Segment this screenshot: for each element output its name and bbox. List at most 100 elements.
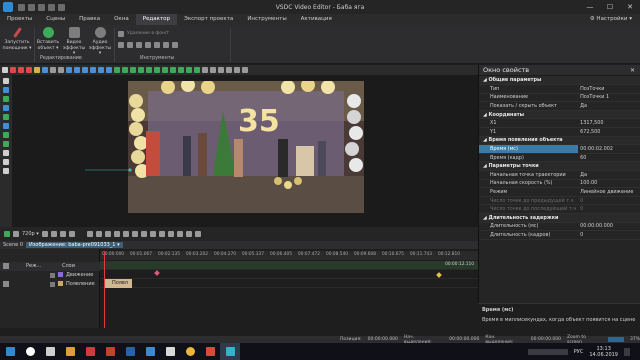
resolution-select[interactable]: 720p ▾ (22, 231, 39, 237)
taskbar-app[interactable] (200, 343, 220, 360)
property-row[interactable]: Время (кадр) 60 (479, 153, 640, 163)
video-tool-icon[interactable] (3, 87, 9, 93)
menu-scenes[interactable]: Сцены (39, 14, 72, 25)
zoom-out-icon[interactable] (185, 231, 192, 237)
snapshot-icon[interactable] (41, 231, 48, 237)
zoom-icon[interactable] (210, 67, 216, 73)
same-size-icon[interactable] (194, 67, 200, 73)
property-value[interactable]: 1317,500 (578, 118, 640, 129)
settings-menu[interactable]: ⚙ Настройки ▾ (590, 14, 640, 25)
property-value[interactable]: ПозТочки (578, 84, 640, 94)
audio-tool-icon[interactable] (3, 105, 9, 111)
marker-icon[interactable] (158, 231, 165, 237)
menu-export[interactable]: Экспорт проекта (177, 14, 240, 25)
eye-icon[interactable] (3, 281, 9, 287)
loop-icon[interactable] (59, 231, 66, 237)
insert-object-button[interactable]: Вставить объект ▾ (36, 27, 60, 51)
property-value[interactable]: Да (578, 101, 640, 111)
image-tool-icon[interactable] (3, 96, 9, 102)
delete-red-icon[interactable] (26, 67, 32, 73)
paste-icon[interactable] (136, 42, 142, 48)
property-row[interactable]: Наименование ПозТочки 1 (479, 93, 640, 103)
audio-effects-button[interactable]: Аудио эффекты ▾ (88, 27, 112, 57)
tab-object[interactable]: Изображение: baba-pre091033_1 ▾ (26, 242, 123, 248)
backward-icon[interactable] (154, 67, 160, 73)
notifications-icon[interactable] (624, 347, 630, 356)
bring-front-icon[interactable] (130, 67, 136, 73)
tray-icons[interactable] (527, 348, 568, 355)
property-row[interactable]: Режим Линейное движение (479, 187, 640, 197)
shape-tool-icon[interactable] (3, 114, 9, 120)
align-middle-icon[interactable] (98, 67, 104, 73)
align-center-icon[interactable] (74, 67, 80, 73)
same-width-icon[interactable] (178, 67, 184, 73)
cut-icon[interactable] (118, 42, 124, 48)
property-value[interactable]: 0 (578, 230, 640, 240)
run-wizard-button[interactable]: Запустить помощник ▾ (2, 27, 32, 51)
taskbar-app-active[interactable] (220, 343, 240, 360)
crop-label[interactable]: Удаление в фон/т (127, 31, 169, 36)
refresh-icon[interactable] (50, 67, 56, 73)
layer-blend-label[interactable]: Реж... (26, 263, 41, 269)
property-row[interactable]: Начальная точка траектории Да (479, 170, 640, 180)
layers-icon[interactable] (42, 67, 48, 73)
property-value[interactable]: 00:00:02.002 (578, 144, 640, 154)
taskbar-app[interactable] (80, 343, 100, 360)
flip-icon[interactable] (163, 42, 169, 48)
fullscreen-icon[interactable] (50, 231, 57, 237)
text-tool-icon[interactable] (3, 150, 9, 156)
property-row[interactable]: Начальная скорость (%) 100.00 (479, 179, 640, 189)
preview-settings-icon[interactable] (68, 231, 75, 237)
split-icon[interactable] (172, 42, 178, 48)
track-motion[interactable]: Движение (0, 271, 100, 280)
property-value[interactable]: 0 (578, 204, 640, 214)
align-right-icon[interactable] (82, 67, 88, 73)
pointer-tool-icon[interactable] (3, 78, 9, 84)
zoom-fit-icon[interactable] (194, 231, 201, 237)
property-row[interactable]: Число точек до предыдущей т.ч 0 (479, 196, 640, 206)
motion-path[interactable] (80, 160, 140, 180)
property-row[interactable]: Длительность (мс) 00:00:00.000 (479, 222, 640, 232)
move-down-icon[interactable] (122, 67, 128, 73)
go-start-icon[interactable] (95, 231, 102, 237)
zoom-bar[interactable] (608, 337, 624, 342)
prev-frame-icon[interactable] (104, 231, 111, 237)
property-value[interactable]: 672,500 (578, 127, 640, 137)
next-frame-icon[interactable] (122, 231, 129, 237)
rotate-icon[interactable] (154, 42, 160, 48)
fit-icon[interactable] (202, 67, 208, 73)
taskbar-app[interactable] (60, 343, 80, 360)
subtitle-tool-icon[interactable] (3, 159, 9, 165)
chart-tool-icon[interactable] (3, 123, 9, 129)
close-button[interactable]: ✕ (620, 0, 640, 14)
menu-windows[interactable]: Окна (107, 14, 136, 25)
property-value[interactable]: Да (578, 170, 640, 180)
timeline-ruler[interactable]: 00:00:000 00:01.067 00:02.135 00:03.202 … (100, 251, 478, 260)
taskbar-app[interactable] (120, 343, 140, 360)
group-icon[interactable] (58, 67, 64, 73)
start-button[interactable] (0, 343, 20, 360)
snap-icon[interactable] (226, 67, 232, 73)
property-row[interactable]: Показать / скрыть объект Да (479, 101, 640, 111)
maximize-button[interactable]: ☐ (600, 0, 620, 14)
distribute-h-icon[interactable] (162, 67, 168, 73)
cut-timeline-icon[interactable] (167, 231, 174, 237)
move-up-icon[interactable] (114, 67, 120, 73)
copy-icon[interactable] (127, 42, 133, 48)
property-row[interactable]: Время (мс) 00:00:02.002 (479, 144, 640, 154)
stop-icon[interactable] (140, 231, 147, 237)
scissors-icon[interactable] (118, 31, 124, 37)
timeline-lane-range[interactable]: 00:00:12.110 (100, 261, 478, 270)
record-icon[interactable] (149, 231, 156, 237)
appearance-clip[interactable]: Появл (104, 279, 132, 288)
menu-edit[interactable]: Правка (72, 14, 107, 25)
ellipse-tool-icon[interactable] (3, 132, 9, 138)
property-value[interactable]: ПозТочки 1 (578, 93, 640, 103)
property-value[interactable]: 00:00:00.000 (578, 222, 640, 232)
align-bottom-icon[interactable] (106, 67, 112, 73)
timeline-lane-appearance[interactable] (100, 279, 478, 288)
minimize-button[interactable]: — (580, 0, 600, 14)
align-left-icon[interactable] (66, 67, 72, 73)
cut-red-icon[interactable] (10, 67, 16, 73)
property-value[interactable]: 60 (578, 153, 640, 163)
